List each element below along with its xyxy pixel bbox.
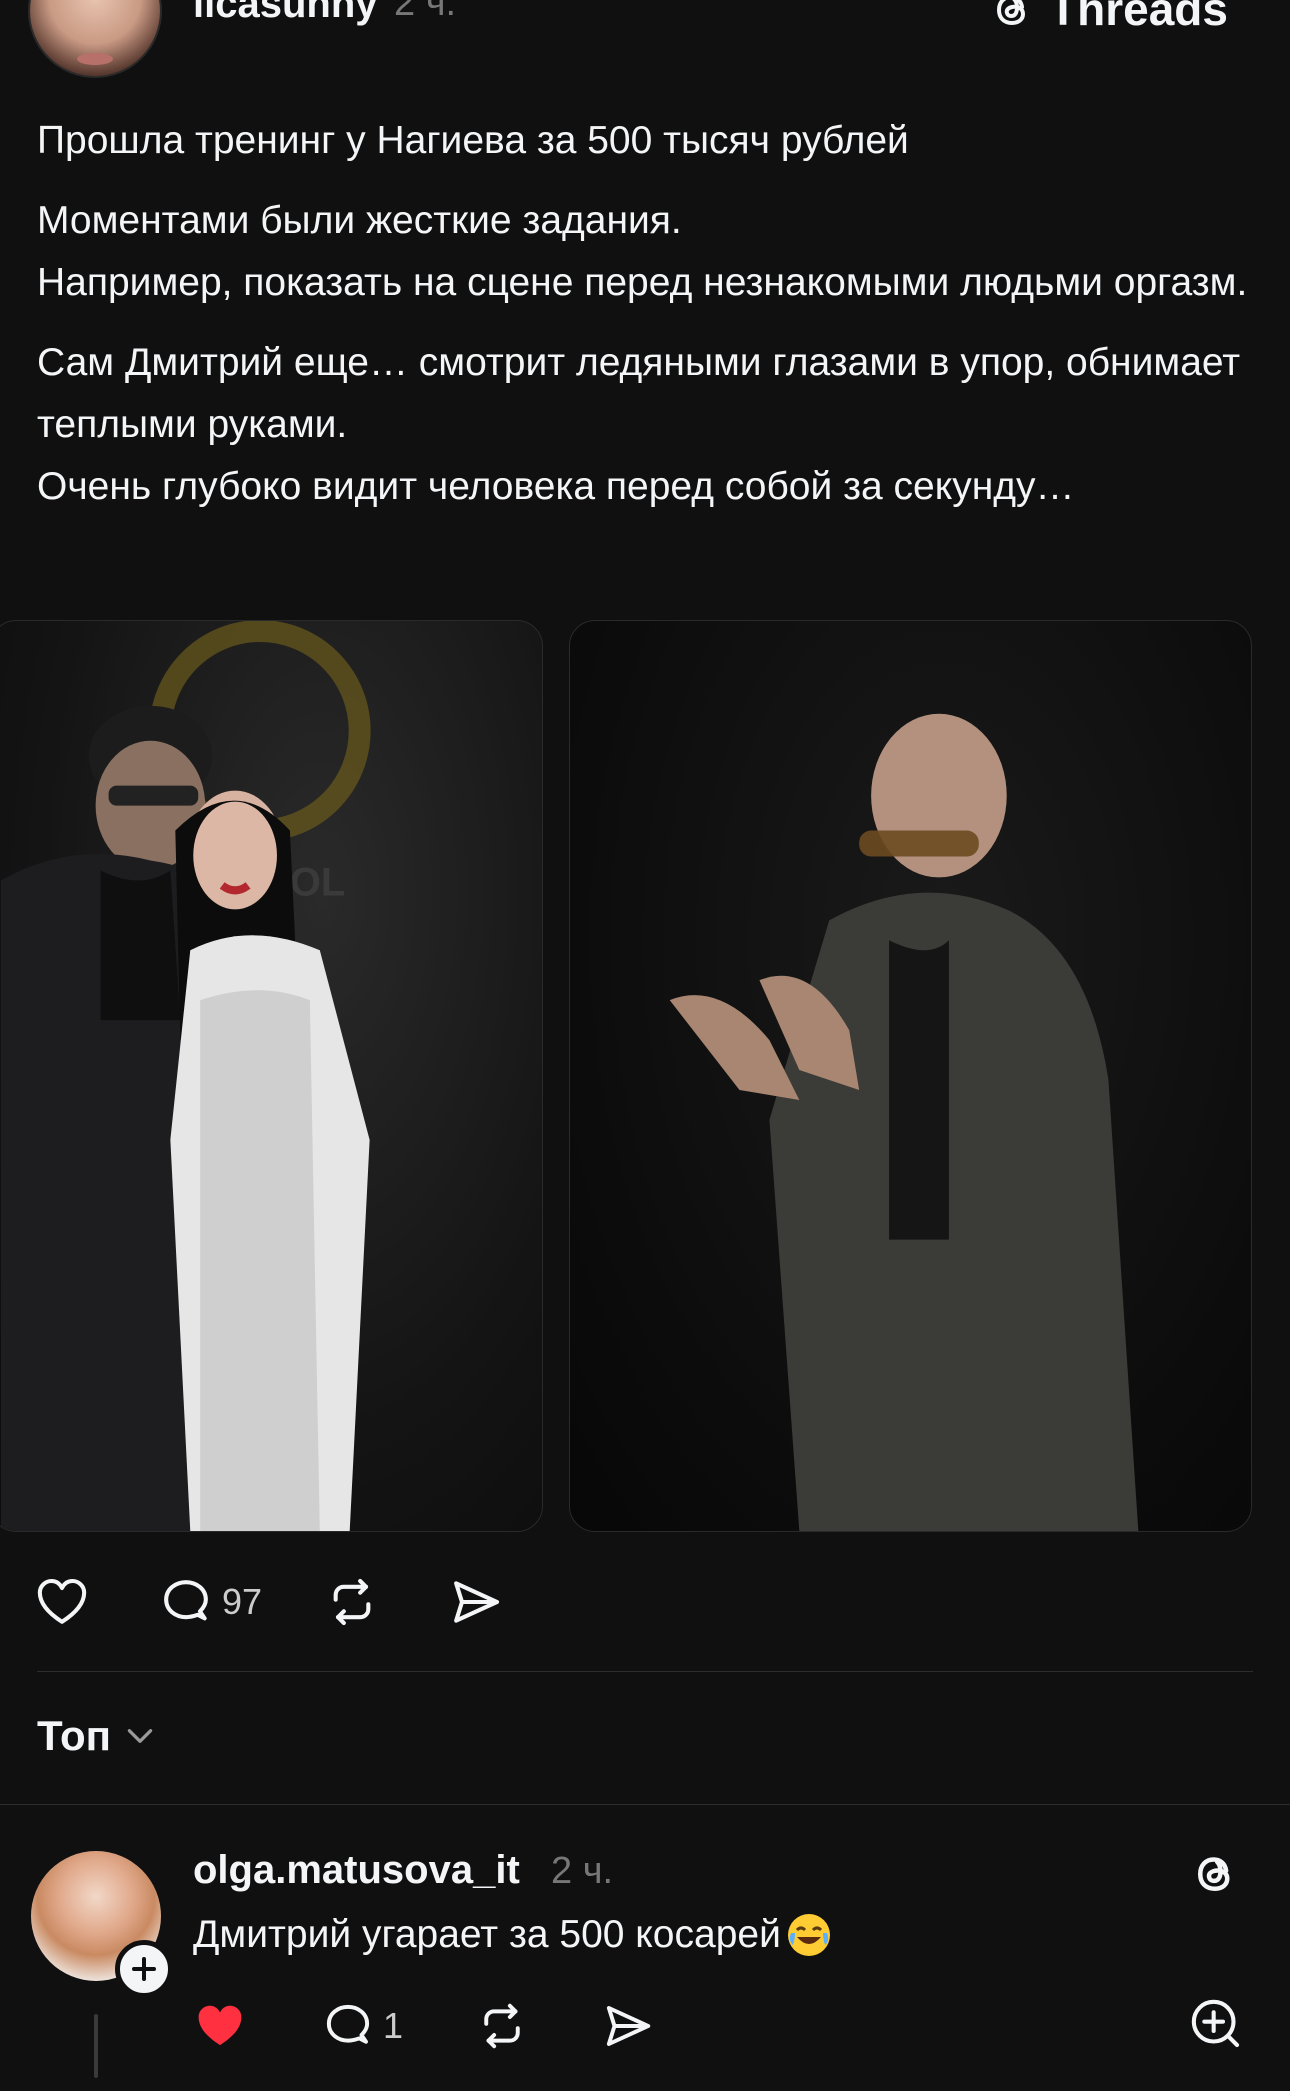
- add-icon[interactable]: [1188, 1996, 1244, 2052]
- comment-author[interactable]: olga.matusova_it: [193, 1848, 520, 1893]
- laughing-emoji-icon: [787, 1914, 830, 1956]
- sort-label: Топ: [37, 1712, 112, 1759]
- post-author[interactable]: licasunny: [193, 0, 378, 27]
- post-body: Прошла тренинг у Нагиева за 500 тысяч ру…: [37, 110, 1257, 536]
- comment-reply-button[interactable]: 1: [321, 1999, 403, 2053]
- plus-icon: [132, 1957, 156, 1981]
- share-icon: [606, 2006, 651, 2046]
- divider: [37, 1671, 1253, 1672]
- reply-count: 97: [222, 1581, 263, 1622]
- repost-button[interactable]: [324, 1574, 380, 1630]
- post-time: 2 ч.: [394, 0, 457, 24]
- post-paragraph: Сам Дмитрий еще… смотрит ледяными глазам…: [37, 341, 1241, 446]
- post-photo-2[interactable]: [569, 620, 1252, 1532]
- threads-icon[interactable]: [1189, 1846, 1243, 1900]
- share-button[interactable]: [448, 1574, 504, 1630]
- post-paragraph: Моментами были жесткие задания.: [37, 199, 682, 242]
- svg-text:OL: OL: [290, 860, 345, 904]
- post-actions: 97: [34, 1570, 504, 1634]
- threads-icon: [997, 0, 1026, 26]
- heart-icon: [198, 2005, 242, 2046]
- comment-text: Дмитрий угарает за 500 косарей: [193, 1911, 833, 1959]
- thread-line: [94, 2014, 98, 2078]
- comment-body: Дмитрий угарает за 500 косарей: [193, 1913, 781, 1956]
- divider: [0, 1804, 1290, 1805]
- reply-button[interactable]: 97: [158, 1574, 262, 1630]
- comment-repost-button[interactable]: [475, 1999, 529, 2053]
- like-button[interactable]: [34, 1574, 90, 1630]
- comment-share-button[interactable]: [601, 1999, 655, 2053]
- threads-brand: Threads: [989, 0, 1228, 36]
- author-avatar[interactable]: [28, 0, 162, 78]
- follow-button[interactable]: [115, 1940, 173, 1998]
- comment-reply-count: 1: [383, 2005, 404, 2046]
- post-photo-1[interactable]: OL: [0, 620, 543, 1532]
- chevron-down-icon: [127, 1729, 153, 1743]
- repost-icon: [333, 1578, 371, 1626]
- comment-like-button[interactable]: [193, 1999, 247, 2053]
- heart-icon: [37, 1578, 87, 1624]
- share-icon: [454, 1581, 500, 1623]
- reply-icon: [164, 1580, 208, 1621]
- post-paragraph: Прошла тренинг у Нагиева за 500 тысяч ру…: [37, 119, 909, 162]
- post-paragraph: Очень глубоко видит человека перед собой…: [37, 465, 1075, 508]
- post-paragraph: Например, показать на сцене перед незнак…: [37, 261, 1248, 304]
- repost-icon: [484, 2003, 520, 2049]
- sort-dropdown[interactable]: Топ: [37, 1712, 157, 1760]
- comment-actions: 1: [193, 1996, 655, 2056]
- comment-time: 2 ч.: [551, 1850, 614, 1892]
- brand-label: Threads: [1049, 0, 1228, 35]
- reply-icon: [326, 2004, 370, 2044]
